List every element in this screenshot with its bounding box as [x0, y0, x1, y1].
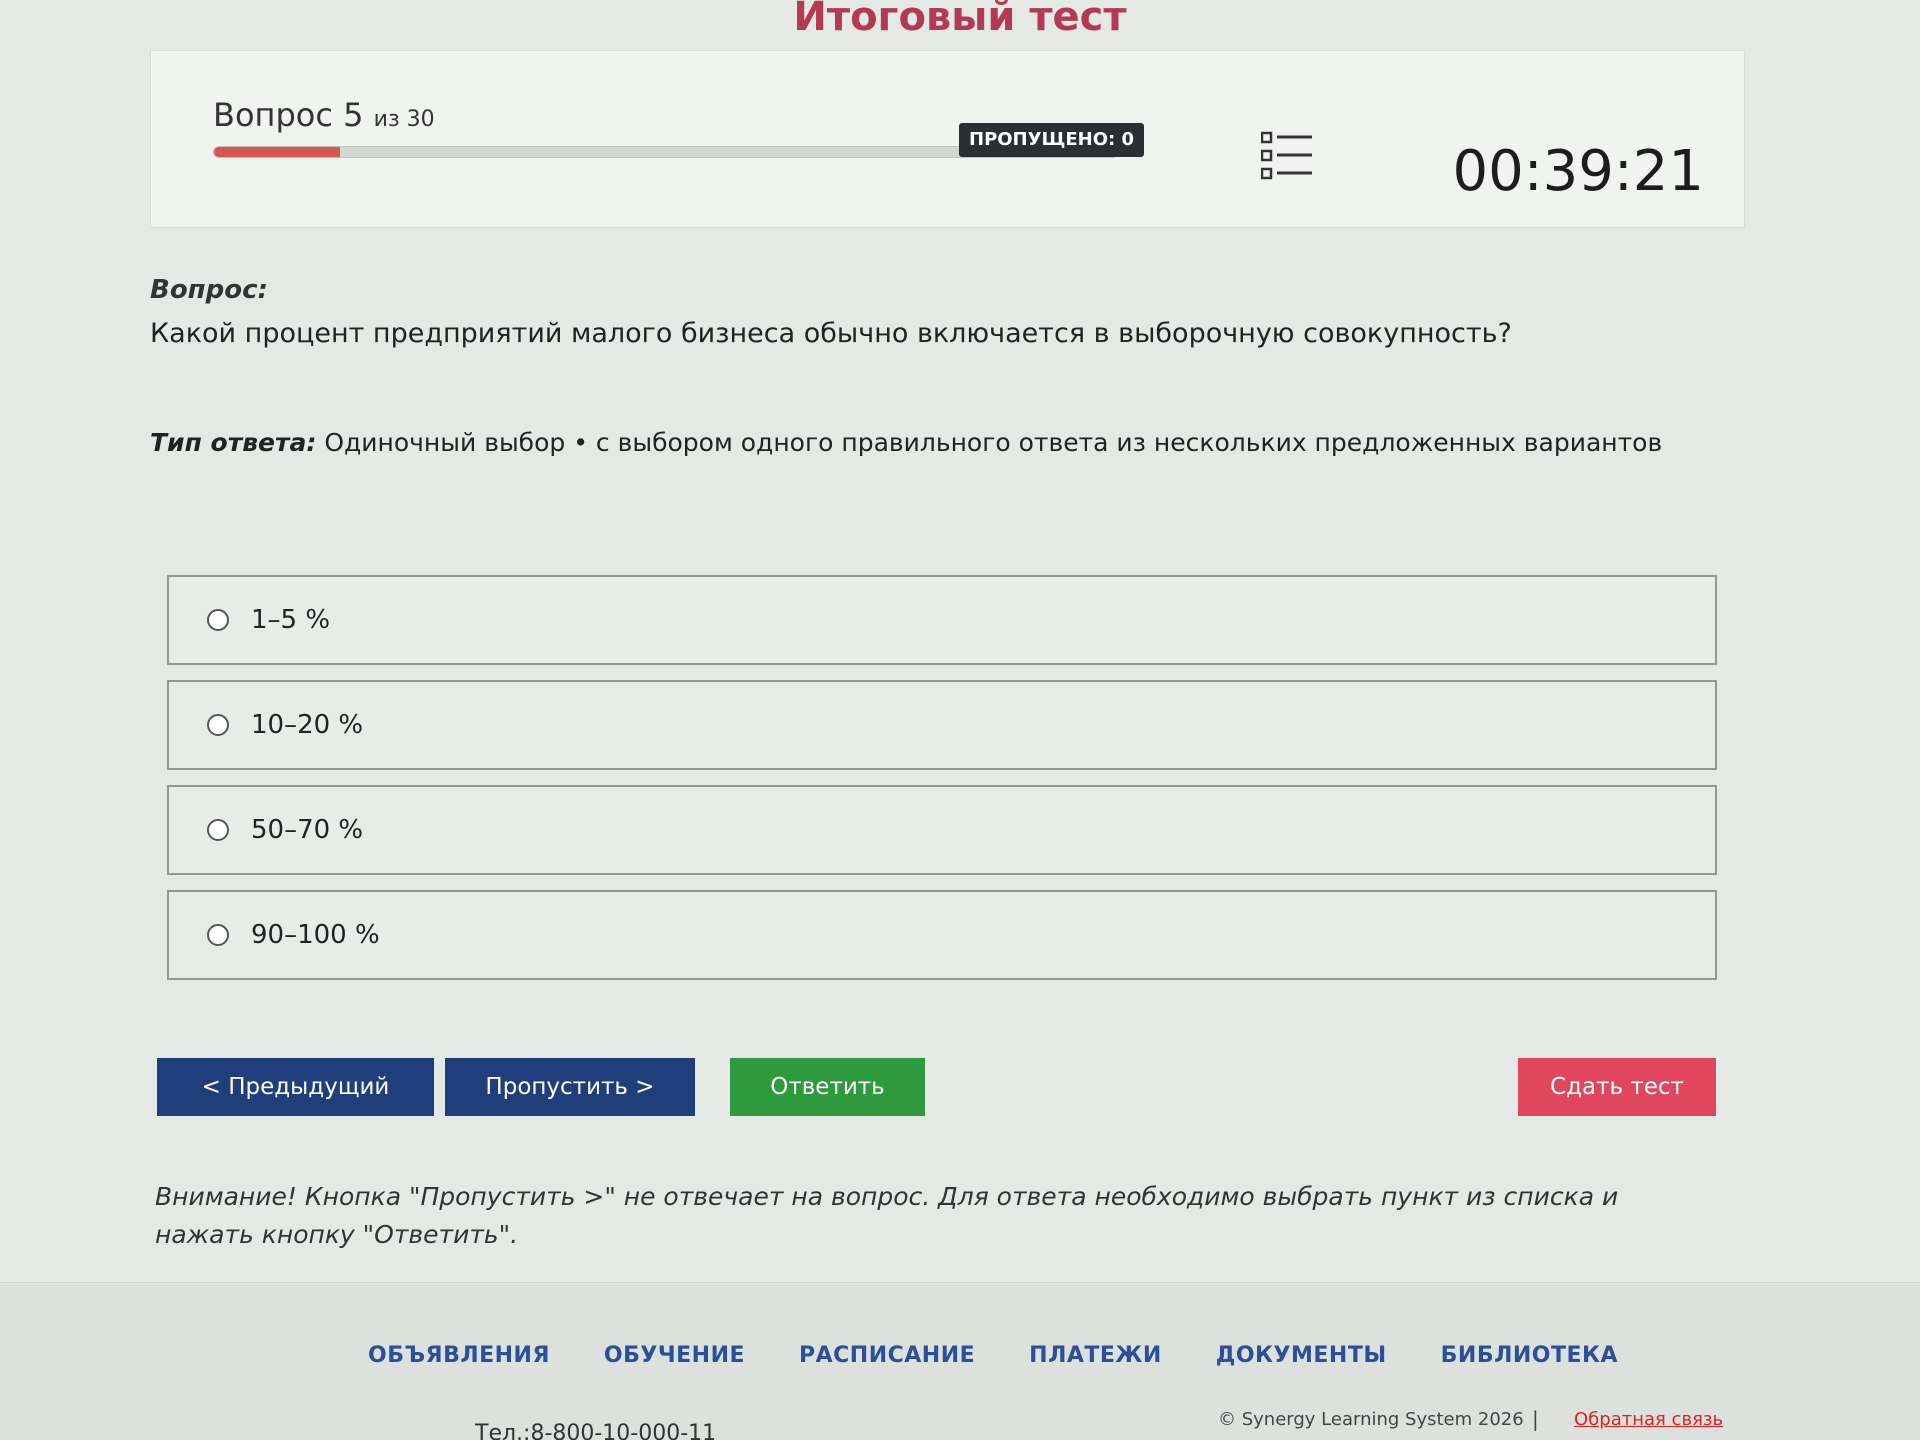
radio-button[interactable]	[207, 924, 229, 946]
footer-link-learning[interactable]: ОБУЧЕНИЕ	[604, 1343, 745, 1368]
status-panel: Вопрос 5 из 30 ПРОПУЩЕНО: 0 00:39:21	[150, 50, 1745, 228]
answer-option[interactable]: 10–20 %	[167, 680, 1717, 770]
footer-link-library[interactable]: БИБЛИОТЕКА	[1441, 1343, 1618, 1368]
list-icon[interactable]	[1260, 131, 1313, 181]
skip-button[interactable]: Пропустить >	[445, 1058, 695, 1116]
answer-option[interactable]: 90–100 %	[167, 890, 1717, 980]
progress-fill	[214, 147, 341, 157]
page-title: Итоговый тест	[793, 0, 1127, 40]
radio-button[interactable]	[207, 819, 229, 841]
question-number: 5	[343, 96, 364, 134]
answer-option[interactable]: 50–70 %	[167, 785, 1717, 875]
radio-button[interactable]	[207, 714, 229, 736]
footer-link-documents[interactable]: ДОКУМЕНТЫ	[1216, 1343, 1387, 1368]
question-text: Какой процент предприятий малого бизнеса…	[150, 318, 1512, 349]
footer-separator: |	[1532, 1407, 1539, 1431]
question-word: Вопрос	[213, 96, 333, 134]
skipped-badge: ПРОПУЩЕНО: 0	[959, 123, 1145, 157]
option-label: 50–70 %	[251, 815, 364, 845]
radio-button[interactable]	[207, 609, 229, 631]
copyright: © Synergy Learning System 2026	[1218, 1409, 1524, 1430]
previous-button[interactable]: < Предыдущий	[157, 1058, 434, 1116]
answer-type: Тип ответа: Одиночный выбор • с выбором …	[150, 428, 1662, 457]
footer-phone: Тел.:8-800-10-000-11	[475, 1421, 717, 1440]
option-label: 1–5 %	[251, 605, 331, 635]
answer-options: 1–5 % 10–20 % 50–70 % 90–100 %	[167, 575, 1717, 995]
option-label: 90–100 %	[251, 920, 380, 950]
footer-link-announcements[interactable]: ОБЪЯВЛЕНИЯ	[368, 1343, 550, 1368]
answer-button[interactable]: Ответить	[730, 1058, 925, 1116]
question-counter: Вопрос 5 из 30	[213, 96, 435, 134]
answer-type-text: Одиночный выбор • с выбором одного прави…	[324, 428, 1663, 457]
answer-type-label: Тип ответа:	[150, 428, 317, 457]
notice-text: Внимание! Кнопка "Пропустить >" не отвеч…	[155, 1182, 1619, 1249]
footer-link-payments[interactable]: ПЛАТЕЖИ	[1029, 1343, 1162, 1368]
feedback-link[interactable]: Обратная связь	[1574, 1409, 1723, 1430]
option-label: 10–20 %	[251, 710, 364, 740]
question-total: из 30	[373, 107, 435, 132]
footer: ОБЪЯВЛЕНИЯ ОБУЧЕНИЕ РАСПИСАНИЕ ПЛАТЕЖИ Д…	[0, 1282, 1920, 1440]
question-label: Вопрос:	[150, 275, 268, 305]
submit-test-button[interactable]: Сдать тест	[1518, 1058, 1716, 1116]
timer: 00:39:21	[1452, 139, 1704, 204]
answer-option[interactable]: 1–5 %	[167, 575, 1717, 665]
footer-nav: ОБЪЯВЛЕНИЯ ОБУЧЕНИЕ РАСПИСАНИЕ ПЛАТЕЖИ Д…	[368, 1343, 1618, 1368]
footer-link-schedule[interactable]: РАСПИСАНИЕ	[799, 1343, 975, 1368]
